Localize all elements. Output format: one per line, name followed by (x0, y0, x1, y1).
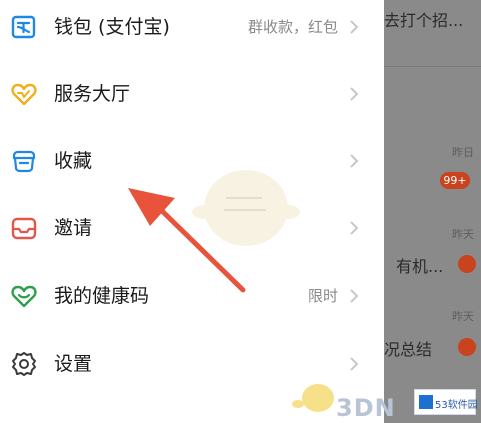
side-drawer-menu: 钱包 (支付宝) 群收款，红包 服务大厅 收藏 邀请 我的健康码 限时 设置 (0, 0, 384, 423)
menu-item-health-code[interactable]: 我的健康码 限时 (0, 266, 384, 330)
3dm-watermark: 3DN (336, 394, 396, 422)
unread-dot (458, 255, 476, 273)
settings-gear-icon (12, 352, 36, 376)
background-chat-time: 昨天 (452, 310, 474, 323)
chevron-right-icon (350, 87, 359, 101)
background-chat-preview: 有机... (396, 257, 444, 276)
wallet-icon (11, 15, 36, 39)
site-logo-text: 53软件园 (435, 400, 478, 411)
chevron-right-icon (350, 221, 359, 235)
menu-item-settings[interactable]: 设置 (0, 334, 384, 398)
chevron-right-icon (350, 154, 359, 168)
menu-item-label: 设置 (54, 353, 93, 375)
menu-item-service-hall[interactable]: 服务大厅 (0, 64, 384, 128)
health-code-icon (11, 285, 37, 308)
menu-item-hint: 限时 (307, 287, 338, 305)
menu-item-wallet[interactable]: 钱包 (支付宝) 群收款，红包 (0, 0, 384, 61)
unread-dot (458, 338, 476, 356)
menu-item-label: 我的健康码 (54, 285, 150, 307)
site-logo-icon (419, 395, 433, 409)
menu-item-label: 服务大厅 (54, 83, 131, 105)
background-chat-list: 去打个招... 昨日 99+ 昨天 有机... 昨天 况总结 (384, 0, 481, 423)
menu-item-label: 邀请 (54, 217, 93, 239)
menu-item-label: 钱包 (支付宝) (54, 16, 170, 38)
chevron-right-icon (350, 357, 359, 371)
background-chat-time: 昨天 (452, 228, 474, 241)
service-hall-icon (11, 83, 37, 106)
invite-icon (11, 217, 37, 240)
menu-item-hint: 群收款，红包 (247, 18, 338, 36)
chevron-right-icon (350, 289, 359, 303)
menu-item-invite[interactable]: 邀请 (0, 198, 384, 262)
divider (384, 66, 481, 67)
favorites-icon (12, 150, 36, 173)
background-chat-preview: 去打个招... (384, 11, 464, 30)
background-chat-preview: 况总结 (384, 340, 433, 359)
menu-item-favorites[interactable]: 收藏 (0, 131, 384, 195)
unread-count-badge: 99+ (440, 172, 470, 189)
chevron-right-icon (350, 20, 359, 34)
site-logo-badge: 53软件园 (414, 389, 478, 415)
menu-item-label: 收藏 (54, 150, 93, 172)
background-chat-time: 昨日 (452, 146, 474, 159)
